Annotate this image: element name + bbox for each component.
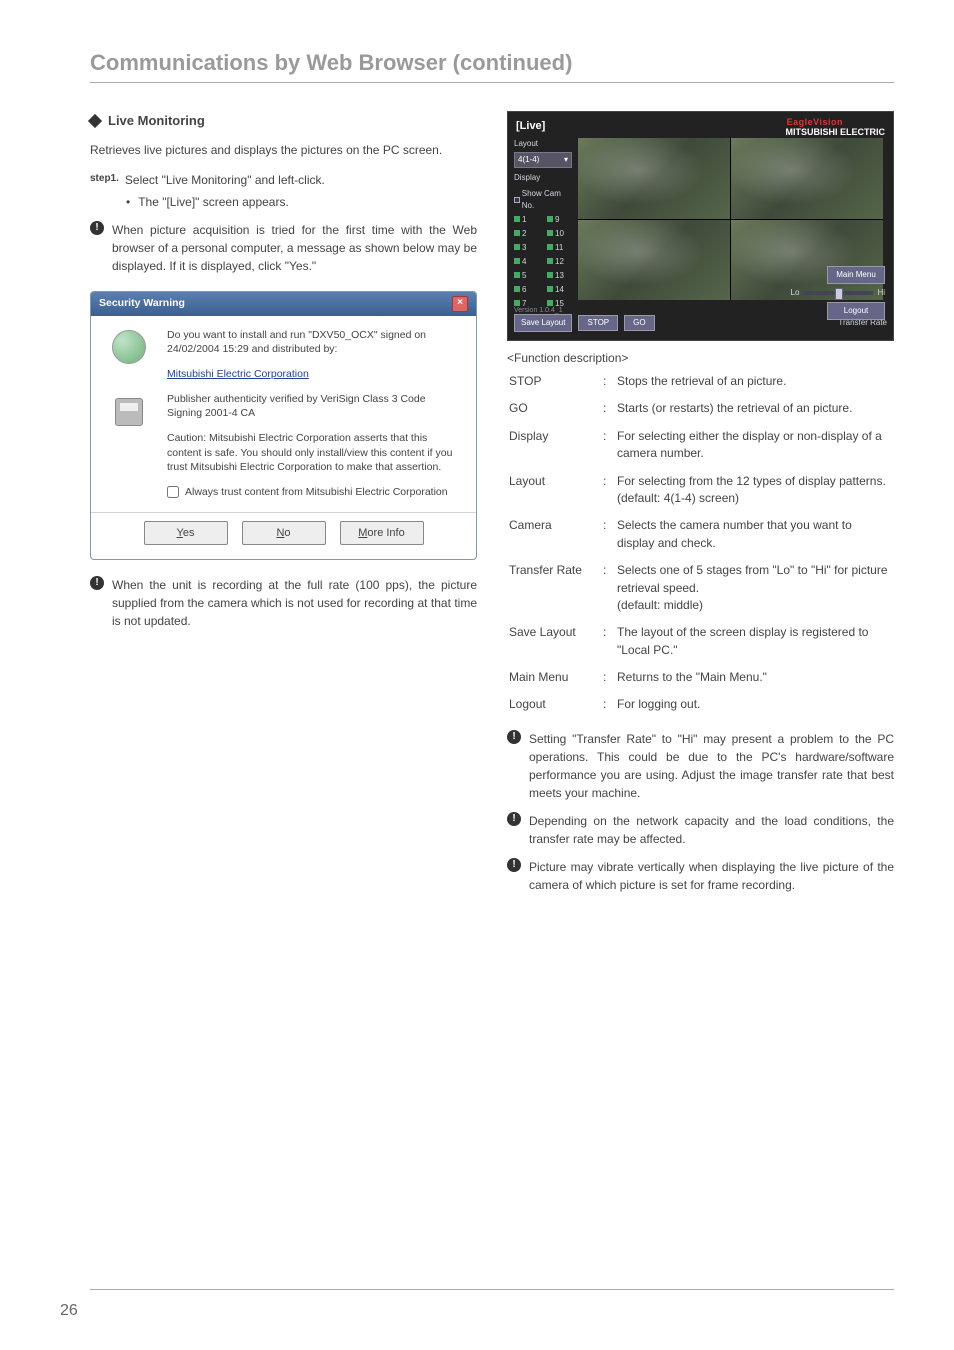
warning-icon: ! [90, 576, 104, 590]
lo-label: Lo [791, 287, 800, 299]
layout-value: 4(1-4) [518, 154, 539, 166]
table-row: Transfer Rate:Selects one of 5 stages fr… [509, 558, 892, 618]
transfer-rate-slider[interactable] [803, 291, 873, 295]
security-warning-dialog: Security Warning × Do you want to instal… [90, 291, 477, 561]
hi-label: Hi [877, 287, 885, 299]
no-button[interactable]: No [242, 521, 326, 546]
globe-icon [112, 330, 146, 364]
warning-icon: ! [507, 858, 521, 872]
note-row: ! Picture may vibrate vertically when dis… [507, 858, 894, 894]
close-icon[interactable]: × [452, 296, 468, 312]
diamond-icon [88, 114, 102, 128]
table-row: Camera:Selects the camera number that yo… [509, 513, 892, 556]
layout-label: Layout [514, 138, 572, 150]
live-screenshot: [Live] EagleVision MITSUBISHI ELECTRIC L… [507, 111, 894, 341]
note-text: Picture may vibrate vertically when disp… [529, 858, 894, 894]
dialog-line3: Caution: Mitsubishi Electric Corporation… [167, 431, 462, 475]
warning-icon: ! [507, 730, 521, 744]
step-row: step1. Select "Live Monitoring" and left… [90, 171, 477, 189]
step-text: Select "Live Monitoring" and left-click. [125, 171, 325, 189]
note-row: ! Setting "Transfer Rate" to "Hi" may pre… [507, 730, 894, 802]
dialog-line1: Do you want to install and run "DXV50_OC… [167, 328, 462, 357]
show-cam-check[interactable]: Show Cam No. [514, 188, 572, 212]
main-menu-button[interactable]: Main Menu [827, 266, 885, 284]
dialog-titlebar: Security Warning × [91, 292, 476, 316]
layout-select[interactable]: 4(1-4) ▾ [514, 152, 572, 168]
table-row: Save Layout:The layout of the screen dis… [509, 620, 892, 663]
note-row: ! Depending on the network capacity and t… [507, 812, 894, 848]
right-column: [Live] EagleVision MITSUBISHI ELECTRIC L… [507, 111, 894, 904]
dialog-line2: Publisher authenticity verified by VeriS… [167, 392, 462, 421]
yes-button[interactable]: Yes [144, 521, 228, 546]
function-description-header: <Function description> [507, 349, 894, 367]
warning-icon: ! [90, 221, 104, 235]
table-row: Layout:For selecting from the 12 types o… [509, 469, 892, 512]
note-text: Depending on the network capacity and th… [529, 812, 894, 848]
table-row: Display:For selecting either the display… [509, 424, 892, 467]
page-number: 26 [60, 1302, 78, 1320]
live-title-label: [Live] [516, 118, 545, 135]
function-table: STOP:Stops the retrieval of an picture.G… [507, 367, 894, 720]
step-label: step1. [90, 171, 119, 189]
note-text: Setting "Transfer Rate" to "Hi" may pres… [529, 730, 894, 802]
dialog-publisher-link[interactable]: Mitsubishi Electric Corporation [167, 368, 309, 380]
warning-1-text: When picture acquisition is tried for th… [112, 221, 477, 275]
warning-icon: ! [507, 812, 521, 826]
section-header: Live Monitoring [90, 111, 477, 131]
live-sidebar: Layout 4(1-4)▾ Display Show Cam No. 19 2… [514, 138, 572, 324]
intro-text: Retrieves live pictures and displays the… [90, 141, 477, 159]
dialog-title-text: Security Warning [99, 296, 185, 312]
warning-2-text: When the unit is recording at the full r… [112, 576, 477, 630]
more-info-button[interactable]: More Info [340, 521, 424, 546]
step-sub-row: • The "[Live]" screen appears. [126, 193, 477, 211]
step-sub-text: The "[Live]" screen appears. [138, 193, 289, 211]
footer-rule [90, 1289, 894, 1290]
save-layout-button[interactable]: Save Layout [514, 314, 572, 332]
dialog-icon-col [105, 328, 153, 500]
stop-button[interactable]: STOP [578, 315, 618, 331]
page-title: Communications by Web Browser (continued… [90, 50, 894, 83]
chevron-down-icon: ▾ [564, 154, 568, 166]
left-column: Live Monitoring Retrieves live pictures … [90, 111, 477, 904]
disk-icon [115, 398, 143, 426]
warning-1: ! When picture acquisition is tried for … [90, 221, 477, 275]
display-label: Display [514, 172, 572, 184]
dialog-trust-checkbox[interactable] [167, 486, 179, 498]
table-row: STOP:Stops the retrieval of an picture. [509, 369, 892, 394]
dialog-check-label: Always trust content from Mitsubishi Ele… [185, 485, 448, 500]
table-row: Logout:For logging out. [509, 692, 892, 717]
show-cam-label: Show Cam No. [522, 188, 572, 212]
section-title: Live Monitoring [108, 111, 205, 131]
table-row: Main Menu:Returns to the "Main Menu." [509, 665, 892, 690]
go-button[interactable]: GO [624, 315, 654, 331]
bullet-dot: • [126, 193, 130, 211]
table-row: GO:Starts (or restarts) the retrieval of… [509, 396, 892, 421]
logout-button[interactable]: Logout [827, 302, 885, 320]
warning-2: ! When the unit is recording at the full… [90, 576, 477, 630]
